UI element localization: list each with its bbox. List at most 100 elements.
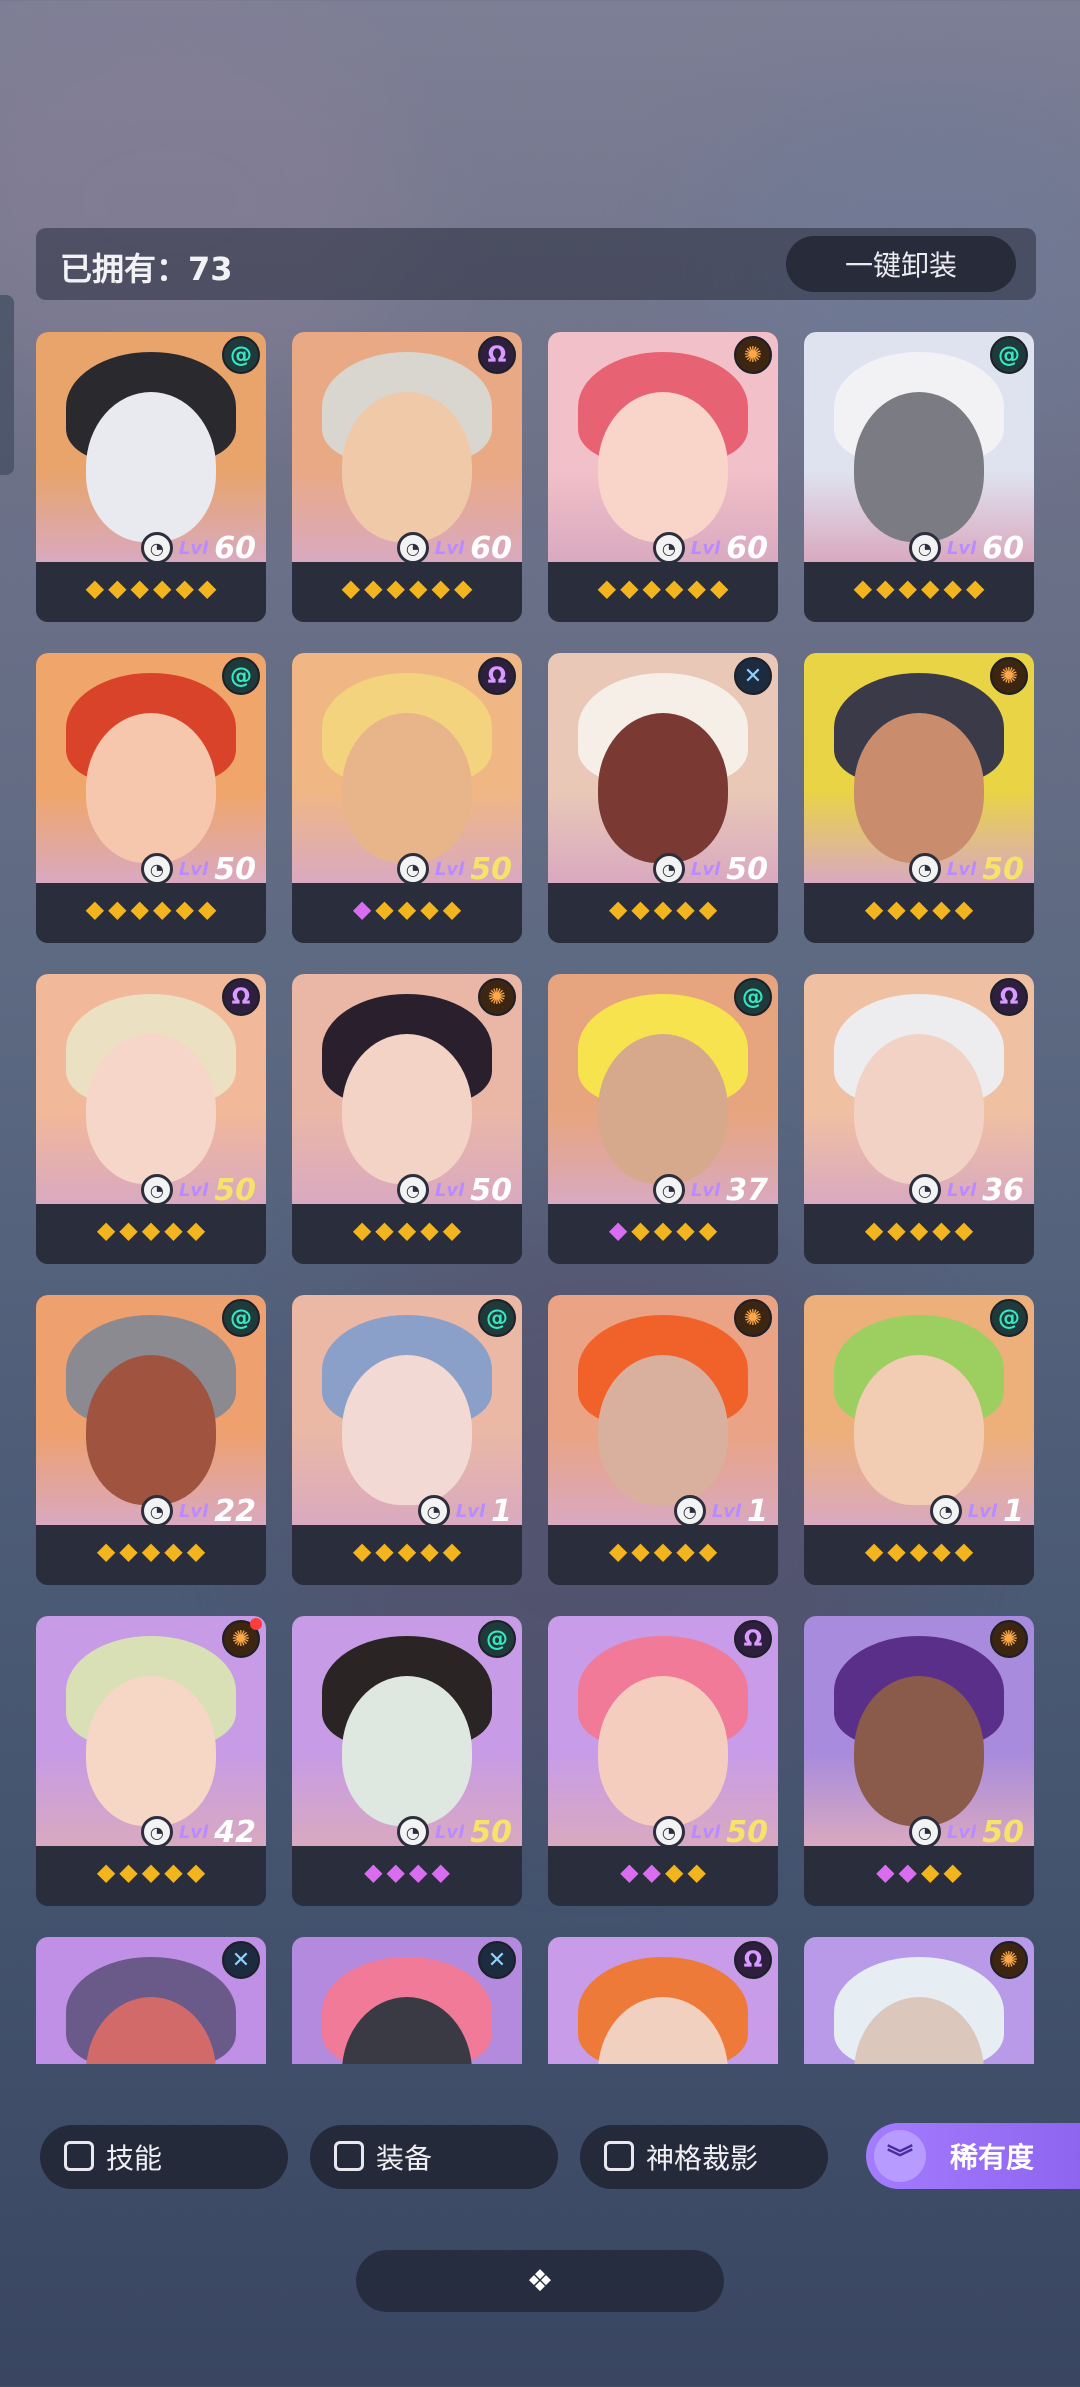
chevron-down-double-icon: ︾ [874, 2130, 926, 2182]
filter-skill[interactable]: 技能 [40, 2125, 288, 2189]
omega-class-icon: Ω [478, 336, 516, 374]
level-word: Lvl [946, 858, 977, 880]
diamond-gem-icon: ◆ [175, 895, 194, 923]
star-gems: ◆ ◆ ◆ ◆ ◆ [292, 1531, 522, 1571]
hero-face [86, 392, 216, 542]
diamond-gem-icon: ◆ [932, 1216, 951, 1244]
level-word: Lvl [946, 1821, 977, 1843]
hero-card[interactable]: @ ◔ Lvl 37 ◆ ◆ ◆ ◆ ◆ [548, 974, 778, 1264]
diamond-gem-icon: ◆ [186, 1858, 206, 1886]
side-drawer-handle[interactable] [0, 295, 14, 475]
diamond-gem-icon: ◆ [85, 895, 105, 923]
hero-face [342, 392, 472, 542]
hero-card[interactable]: ✺ ◔ Lvl 60 ◆ ◆ ◆ ◆ ◆ ◆ [548, 332, 778, 622]
hero-card[interactable]: @ ◔ Lvl 1 ◆ ◆ ◆ ◆ ◆ [292, 1295, 522, 1585]
filter-divinity-label: 神格裁影 [646, 2142, 759, 2175]
hero-card[interactable]: Ω ◔ Lvl 50 ◆ ◆ ◆ ◆ ◆ [292, 653, 522, 943]
hero-card[interactable]: ✺ [804, 1937, 1034, 2064]
hero-card[interactable]: Ω ◔ Lvl 60 ◆ ◆ ◆ ◆ ◆ ◆ [292, 332, 522, 622]
star-gems: ◆ ◆ ◆ ◆ ◆ ◆ [292, 568, 522, 608]
aperture-icon: ◔ [652, 1816, 685, 1848]
aperture-icon: ◔ [929, 1495, 962, 1527]
diamond-gem-icon: ◆ [698, 1216, 718, 1244]
diamond-gem-icon: ◆ [954, 1537, 974, 1565]
diamond-gem-icon: ◆ [197, 574, 217, 602]
level-row: ◔ Lvl 42 [36, 1814, 266, 1850]
diamond-gem-icon: ◆ [921, 1858, 940, 1886]
diamond-gem-icon: ◆ [164, 1537, 183, 1565]
diamond-gem-icon: ◆ [119, 1858, 138, 1886]
spiral-class-icon: @ [222, 657, 260, 695]
diamond-gem-icon: ◆ [431, 574, 450, 602]
hero-card[interactable]: ✕ [36, 1937, 266, 2064]
hero-card[interactable]: ✺ ◔ Lvl 1 ◆ ◆ ◆ ◆ ◆ [548, 1295, 778, 1585]
hero-card[interactable]: Ω ◔ Lvl 50 ◆ ◆ ◆ ◆ [548, 1616, 778, 1906]
skill-checkbox[interactable] [64, 2141, 94, 2171]
level-value: 42 [214, 1814, 256, 1850]
hero-card[interactable]: @ ◔ Lvl 60 ◆ ◆ ◆ ◆ ◆ ◆ [804, 332, 1034, 622]
equip-checkbox[interactable] [334, 2141, 364, 2171]
diamond-gem-icon: ◆ [608, 1537, 628, 1565]
hero-card[interactable]: ✺ ◔ Lvl 50 ◆ ◆ ◆ ◆ [804, 1616, 1034, 1906]
level-value: 50 [470, 1814, 512, 1850]
diamond-gem-icon: ◆ [96, 1537, 116, 1565]
star-gems: ◆ ◆ ◆ ◆ ◆ [548, 1531, 778, 1571]
level-value: 50 [470, 851, 512, 887]
hero-face [854, 1355, 984, 1505]
hero-card[interactable]: ✕ [292, 1937, 522, 2064]
hero-card[interactable]: ✕ ◔ Lvl 50 ◆ ◆ ◆ ◆ ◆ [548, 653, 778, 943]
hero-card[interactable]: ✺ ◔ Lvl 42 ◆ ◆ ◆ ◆ ◆ [36, 1616, 266, 1906]
hero-face [854, 1034, 984, 1184]
diamond-gem-icon: ◆ [386, 1858, 405, 1886]
diamond-gem-icon: ◆ [676, 1216, 695, 1244]
diamond-gem-icon: ◆ [420, 1537, 439, 1565]
spiral-class-icon: @ [222, 336, 260, 374]
hero-card[interactable]: @ ◔ Lvl 22 ◆ ◆ ◆ ◆ ◆ [36, 1295, 266, 1585]
collapse-handle[interactable]: ❖ [356, 2250, 724, 2312]
hero-card[interactable]: Ω ◔ Lvl 50 ◆ ◆ ◆ ◆ ◆ [36, 974, 266, 1264]
divinity-checkbox[interactable] [604, 2141, 634, 2171]
aperture-icon: ◔ [652, 532, 685, 564]
star-gems: ◆ ◆ ◆ ◆ ◆ ◆ [804, 568, 1034, 608]
hero-face [342, 713, 472, 863]
level-value: 1 [747, 1493, 768, 1529]
diamond-gem-icon: ◆ [898, 574, 917, 602]
hero-card[interactable]: @ ◔ Lvl 50 ◆ ◆ ◆ ◆ [292, 1616, 522, 1906]
diamond-gem-icon: ◆ [887, 895, 906, 923]
hero-card[interactable]: ✺ ◔ Lvl 50 ◆ ◆ ◆ ◆ ◆ [292, 974, 522, 1264]
level-row: ◔ Lvl 1 [292, 1493, 522, 1529]
level-value: 50 [982, 851, 1024, 887]
hero-card[interactable]: ✺ ◔ Lvl 50 ◆ ◆ ◆ ◆ ◆ [804, 653, 1034, 943]
level-row: ◔ Lvl 60 [804, 530, 1034, 566]
diamond-gem-icon: ◆ [709, 574, 729, 602]
hero-face [342, 1355, 472, 1505]
aperture-icon: ◔ [140, 1174, 173, 1206]
diamond-gem-icon: ◆ [85, 574, 105, 602]
hero-face [342, 1034, 472, 1184]
hero-card[interactable]: @ ◔ Lvl 50 ◆ ◆ ◆ ◆ ◆ ◆ [36, 653, 266, 943]
hero-card[interactable]: @ ◔ Lvl 60 ◆ ◆ ◆ ◆ ◆ ◆ [36, 332, 266, 622]
level-word: Lvl [967, 1500, 998, 1522]
level-word: Lvl [946, 537, 977, 559]
diamond-gem-icon: ◆ [409, 574, 428, 602]
diamond-gem-icon: ◆ [954, 1216, 974, 1244]
aperture-icon: ◔ [140, 1495, 173, 1527]
rarity-label: 稀有度 [950, 2141, 1035, 2174]
sun-class-icon: ✺ [990, 1620, 1028, 1658]
hero-card[interactable]: Ω [548, 1937, 778, 2064]
hero-face [598, 1355, 728, 1505]
star-gems: ◆ ◆ ◆ ◆ [804, 1852, 1034, 1892]
unequip-all-button[interactable]: 一键卸装 [786, 236, 1016, 292]
aperture-icon: ◔ [417, 1495, 450, 1527]
diamond-gem-icon: ◆ [665, 574, 684, 602]
filter-equip[interactable]: 装备 [310, 2125, 558, 2189]
level-word: Lvl [690, 858, 721, 880]
level-row: ◔ Lvl 50 [804, 1814, 1034, 1850]
filter-divinity[interactable]: 神格裁影 [580, 2125, 828, 2189]
hero-face [598, 392, 728, 542]
star-gems: ◆ ◆ ◆ ◆ ◆ [548, 889, 778, 929]
star-gems: ◆ ◆ ◆ ◆ ◆ [36, 1210, 266, 1250]
rarity-sort-button[interactable]: ︾ 稀有度 [866, 2123, 1080, 2189]
hero-card[interactable]: @ ◔ Lvl 1 ◆ ◆ ◆ ◆ ◆ [804, 1295, 1034, 1585]
hero-card[interactable]: Ω ◔ Lvl 36 ◆ ◆ ◆ ◆ ◆ [804, 974, 1034, 1264]
